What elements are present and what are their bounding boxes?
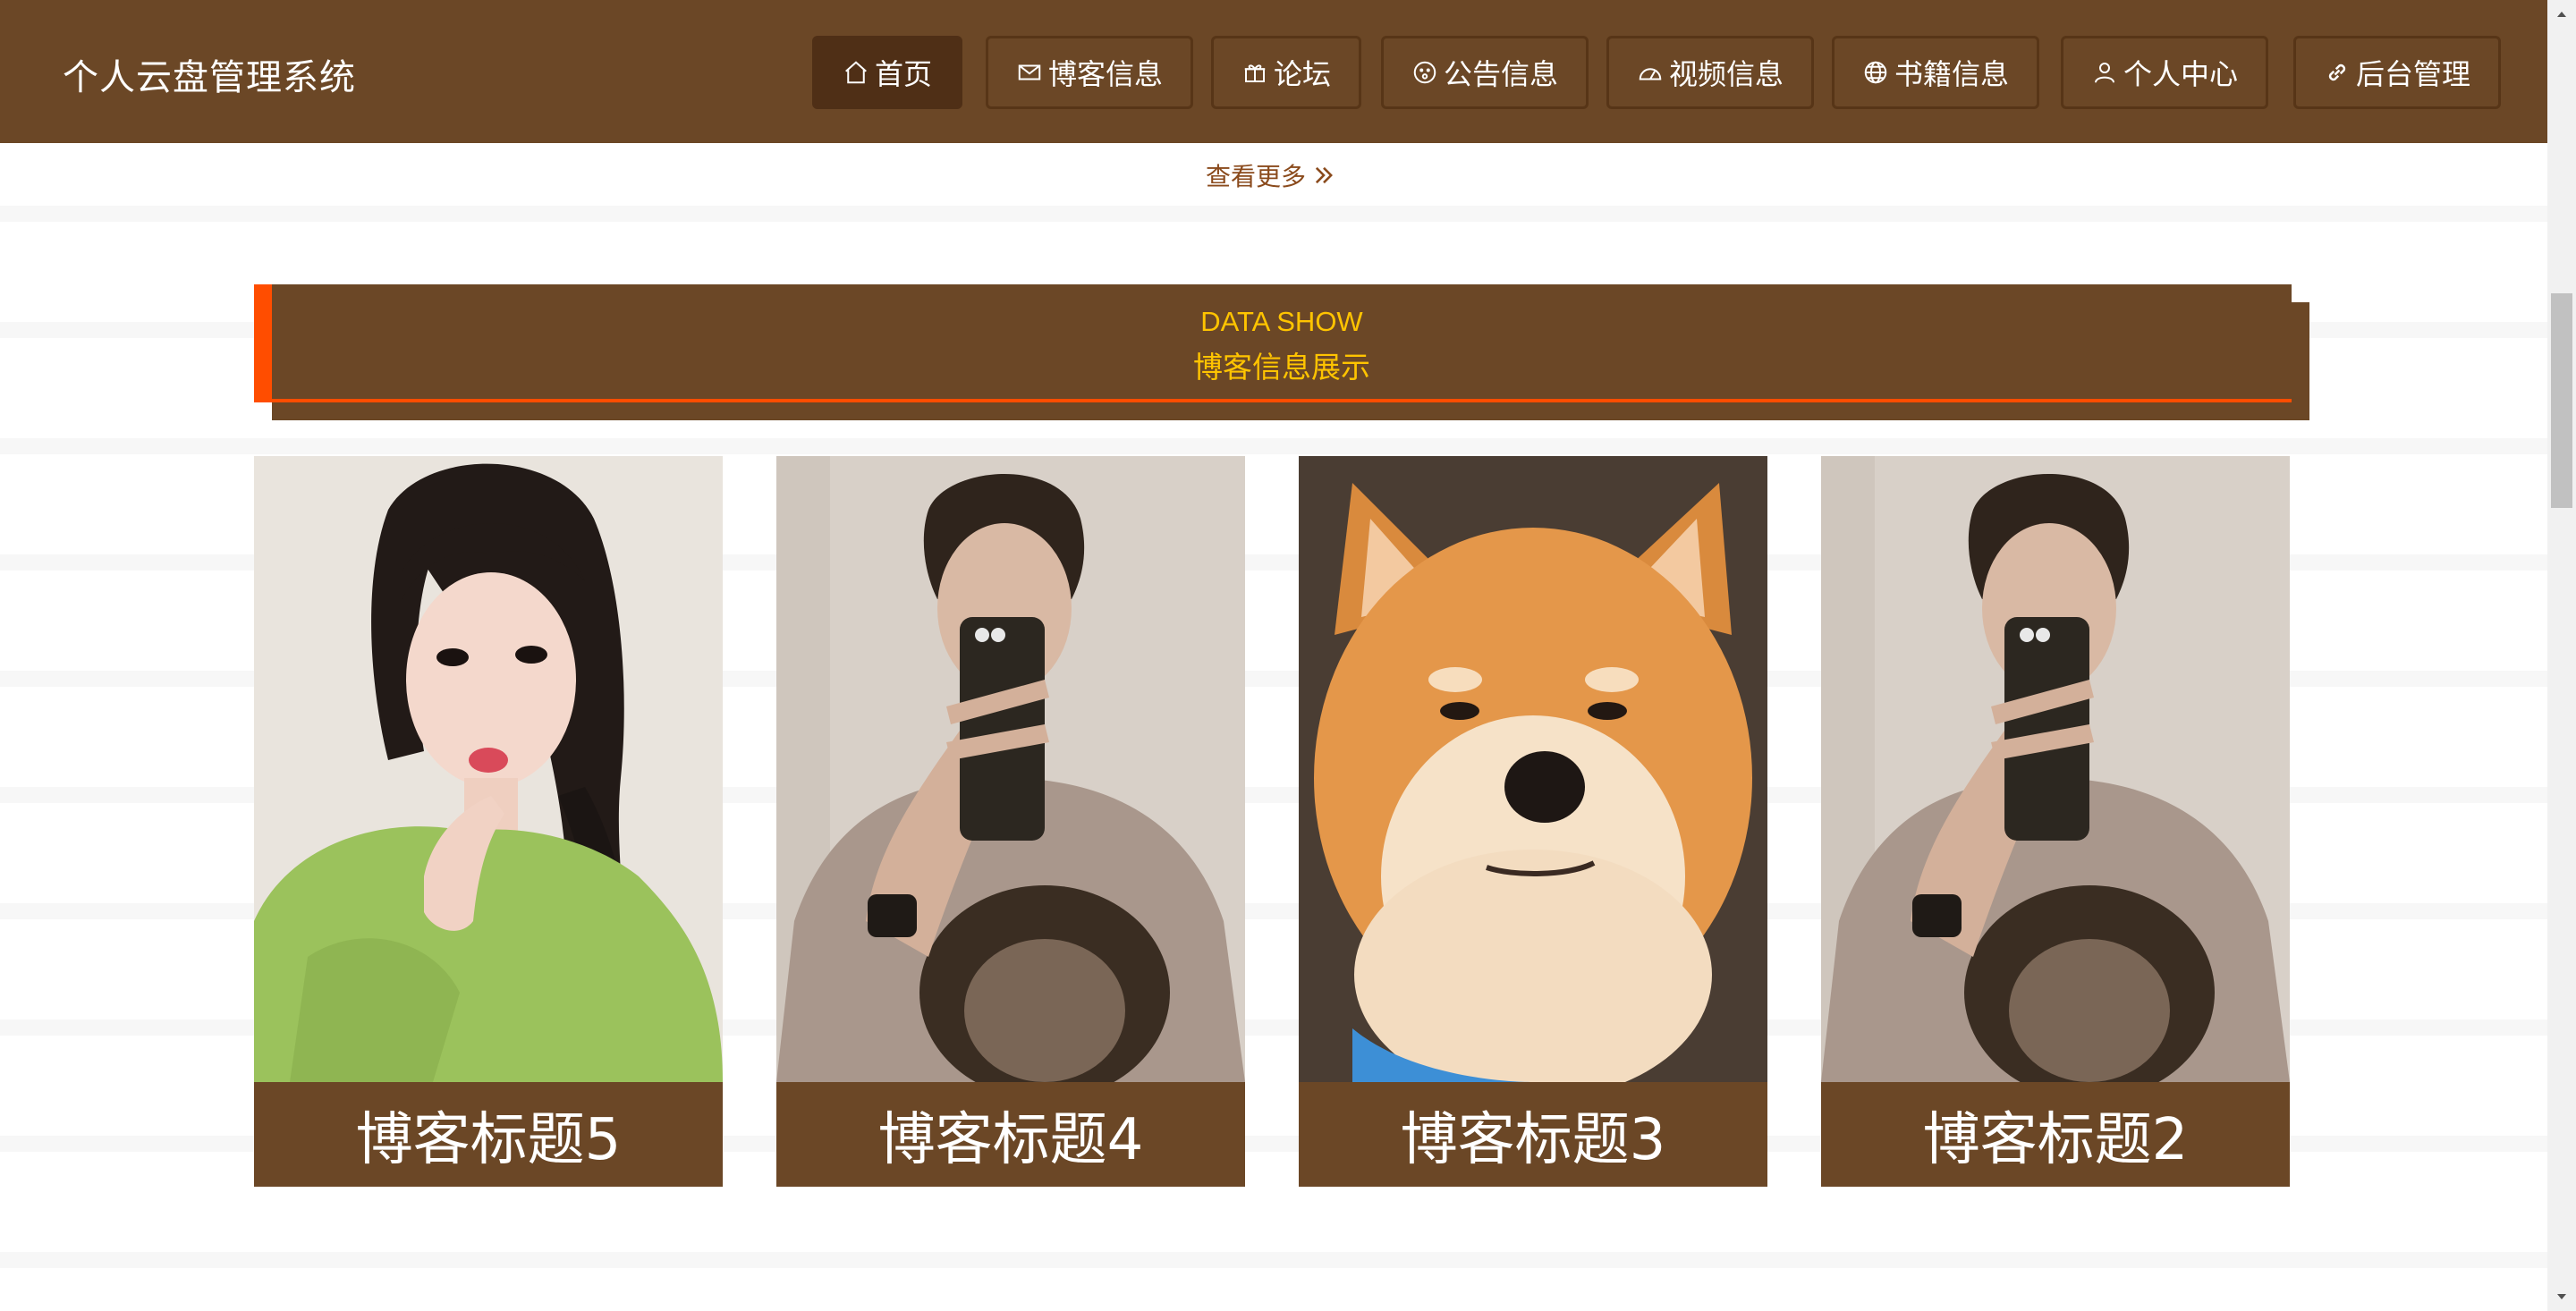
link-icon xyxy=(2328,63,2346,81)
section-title-cn: 博客信息展示 xyxy=(1193,350,1370,385)
blog-card-title[interactable]: 博客标题4 xyxy=(776,1082,1245,1187)
smile-icon xyxy=(1413,61,1436,84)
gift-icon xyxy=(1244,64,1266,82)
blog-card[interactable]: 博客标题3 xyxy=(1299,456,1767,1187)
nav-admin[interactable]: 后台管理 xyxy=(2293,36,2501,109)
nav-books[interactable]: 书籍信息 xyxy=(1832,36,2039,109)
blog-card-title[interactable]: 博客标题5 xyxy=(254,1082,723,1187)
blog-card-title[interactable]: 博客标题2 xyxy=(1821,1082,2290,1187)
scroll-up-icon[interactable] xyxy=(2555,7,2569,21)
page-scrollbar[interactable] xyxy=(2547,0,2576,1311)
nav-label: 后台管理 xyxy=(2355,57,2470,91)
blog-card-image[interactable] xyxy=(776,456,1245,1082)
blog-card-title[interactable]: 博客标题3 xyxy=(1299,1082,1767,1187)
blog-card-image[interactable] xyxy=(1299,456,1767,1082)
nav-label: 书籍信息 xyxy=(1894,57,2009,91)
blog-card[interactable]: 博客标题4 xyxy=(776,456,1245,1187)
home-icon xyxy=(845,61,867,84)
see-more-label: 查看更多 xyxy=(1206,162,1307,191)
blog-card[interactable]: 博客标题5 xyxy=(254,456,723,1187)
mail-icon xyxy=(1018,64,1041,80)
nav-profile[interactable]: 个人中心 xyxy=(2061,36,2268,109)
blog-card-image[interactable] xyxy=(1821,456,2290,1082)
shiba-dog-photo xyxy=(1299,456,1767,1082)
user-icon xyxy=(2094,63,2114,83)
site-title: 个人云盘管理系统 xyxy=(63,57,356,98)
guy-selfie-photo xyxy=(776,456,1245,1082)
nav-notice[interactable]: 公告信息 xyxy=(1381,36,1589,109)
scroll-down-icon[interactable] xyxy=(2555,1290,2569,1304)
nav-label: 公告信息 xyxy=(1443,57,1558,91)
blog-card-image[interactable] xyxy=(254,456,723,1082)
nav-label: 博客信息 xyxy=(1047,57,1163,91)
double-chevron-right-icon xyxy=(1315,166,1333,184)
nav-label: 首页 xyxy=(874,57,932,91)
page: 个人云盘管理系统 首页 博客信息 论坛 公告信息 视频信息 书籍信息 个人中心 … xyxy=(0,0,2576,1311)
blog-card[interactable]: 博客标题2 xyxy=(1821,456,2290,1187)
nav-forum[interactable]: 论坛 xyxy=(1211,36,1361,109)
nav-blog[interactable]: 博客信息 xyxy=(986,36,1193,109)
scrollbar-thumb[interactable] xyxy=(2551,293,2572,508)
nav-home[interactable]: 首页 xyxy=(812,36,962,109)
nav-label: 视频信息 xyxy=(1668,57,1784,91)
nav-label: 个人中心 xyxy=(2123,57,2238,91)
guy-selfie-photo xyxy=(1821,456,2290,1082)
top-navbar: 个人云盘管理系统 首页 博客信息 论坛 公告信息 视频信息 书籍信息 个人中心 … xyxy=(0,0,2547,143)
nav-video[interactable]: 视频信息 xyxy=(1606,36,1814,109)
section-title-en: DATA SHOW xyxy=(1200,306,1363,337)
dashboard-icon xyxy=(1639,68,1662,80)
globe-icon xyxy=(1864,61,1887,84)
nav-label: 论坛 xyxy=(1273,57,1331,91)
see-more-link[interactable]: 查看更多 xyxy=(1206,157,1336,193)
section-header: DATA SHOW 博客信息展示 xyxy=(254,284,2292,402)
girl-photo xyxy=(254,456,723,1082)
